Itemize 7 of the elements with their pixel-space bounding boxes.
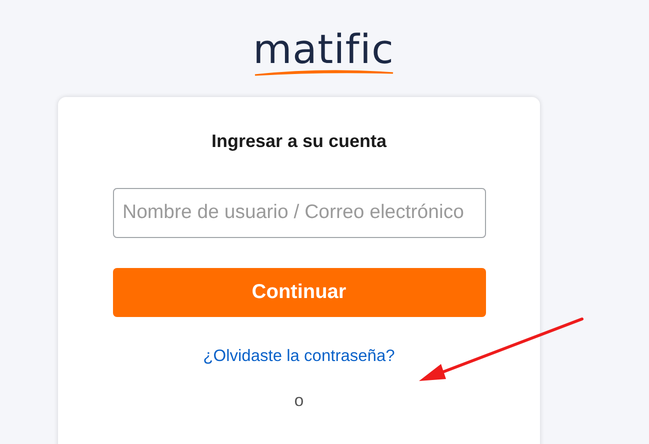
separator-text: o (294, 390, 304, 412)
card-title: Ingresar a su cuenta (211, 131, 387, 153)
username-field[interactable]: Nombre de usuario / Correo electrónico (112, 188, 486, 238)
arrow-icon (419, 318, 584, 381)
logo-swoosh-icon (254, 68, 394, 76)
forgot-password-link[interactable]: ¿Olvidaste la contraseña? (203, 344, 395, 368)
logo-text: matific (253, 30, 394, 70)
